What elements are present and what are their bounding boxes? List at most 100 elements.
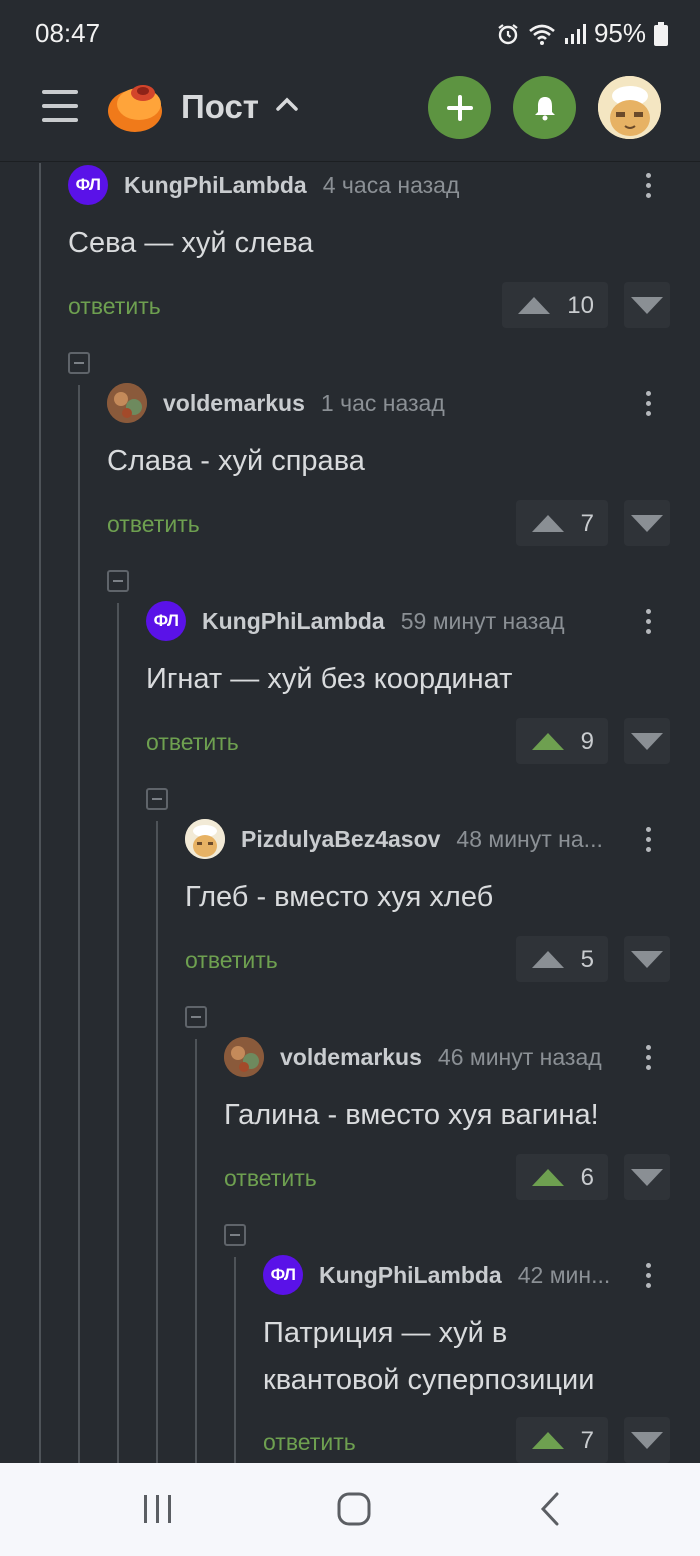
comment-time: 59 минут назад [400, 607, 565, 634]
more-options-icon[interactable] [633, 1037, 663, 1077]
comment-header: voldemarkus 46 минут назад [224, 1037, 602, 1077]
upvote-arrow-icon [532, 1432, 564, 1449]
comment-author[interactable]: KungPhiLambda [202, 608, 385, 635]
more-options-icon[interactable] [633, 383, 663, 423]
battery-percent: 95% [593, 18, 646, 48]
comment-header: ФЛ KungPhiLambda 59 минут назад [146, 601, 565, 641]
upvote-button[interactable]: 6 [516, 1154, 608, 1200]
comment-author[interactable]: KungPhiLambda [319, 1262, 502, 1289]
upvote-button[interactable]: 7 [516, 1417, 608, 1463]
more-options-icon[interactable] [633, 601, 663, 641]
collapse-thread-button[interactable] [107, 570, 129, 592]
reply-link[interactable]: ответить [68, 293, 161, 320]
bell-icon [534, 96, 555, 120]
upvote-arrow-icon [518, 297, 550, 314]
thread-line [156, 821, 158, 1463]
reply-link[interactable]: ответить [224, 1165, 317, 1192]
vote-count: 5 [580, 946, 594, 973]
comment-author[interactable]: voldemarkus [280, 1044, 422, 1071]
back-icon[interactable] [538, 1491, 562, 1527]
thread-line [234, 1257, 236, 1463]
comment-text-line: квантовой суперпозиции [263, 1364, 595, 1396]
comment-time: 48 минут на... [456, 825, 603, 852]
battery-icon [654, 21, 668, 46]
user-avatar[interactable] [598, 76, 661, 139]
comments-thread: ФЛ KungPhiLambda 4 часа назад Сева — хуй… [0, 163, 700, 1463]
comment-time: 42 мин... [517, 1261, 611, 1288]
comment-author[interactable]: KungPhiLambda [124, 172, 307, 199]
upvote-button[interactable]: 7 [516, 500, 608, 546]
upvote-button[interactable]: 9 [516, 718, 608, 764]
upvote-arrow-icon [532, 515, 564, 532]
downvote-button[interactable] [624, 1417, 670, 1463]
avatar[interactable] [107, 383, 147, 423]
reply-link[interactable]: ответить [107, 511, 200, 538]
comment-text: Сева — хуй слева [68, 227, 314, 259]
comment-header: ФЛ KungPhiLambda 42 мин... [263, 1255, 628, 1295]
upvote-button[interactable]: 5 [516, 936, 608, 982]
downvote-button[interactable] [624, 500, 670, 546]
vote-count: 9 [580, 728, 594, 755]
reply-link[interactable]: ответить [146, 729, 239, 756]
avatar [598, 76, 661, 139]
comment: voldemarkus 46 минут назад Галина - вмес… [224, 1037, 700, 1207]
more-options-icon[interactable] [633, 819, 663, 859]
downvote-button[interactable] [624, 718, 670, 764]
upvote-arrow-icon [532, 733, 564, 750]
vote-count: 10 [567, 292, 594, 319]
vote-count: 7 [580, 1427, 594, 1454]
recent-apps-icon[interactable] [142, 1491, 174, 1527]
alarm-icon [498, 23, 518, 44]
more-options-icon[interactable] [633, 1255, 663, 1295]
comment: PizdulyaBez4asov 48 минут на... Глеб - в… [185, 819, 700, 989]
downvote-button[interactable] [624, 282, 670, 328]
comment-header: ФЛ KungPhiLambda 4 часа назад [68, 165, 459, 205]
downvote-button[interactable] [624, 1154, 670, 1200]
upvote-arrow-icon [532, 951, 564, 968]
vote-count: 6 [580, 1164, 594, 1191]
comment-text: Галина - вместо хуя вагина! [224, 1099, 599, 1131]
page-title[interactable]: Пост [181, 88, 259, 126]
thread-line [117, 603, 119, 1463]
downvote-button[interactable] [624, 936, 670, 982]
status-icons: 95% [496, 18, 668, 49]
thread-line [78, 385, 80, 1463]
status-time: 08:47 [35, 18, 101, 48]
comment: voldemarkus 1 час назад Слава - хуй спра… [107, 383, 700, 553]
comment-author[interactable]: PizdulyaBez4asov [241, 826, 440, 853]
comment-time: 1 час назад [320, 389, 445, 416]
collapse-thread-button[interactable] [224, 1224, 246, 1246]
add-post-button[interactable] [428, 76, 491, 139]
vote-count: 7 [580, 510, 594, 537]
notifications-button[interactable] [513, 76, 576, 139]
avatar[interactable] [185, 819, 225, 859]
upvote-arrow-icon [532, 1169, 564, 1186]
comment-text: Глеб - вместо хуя хлеб [185, 881, 494, 913]
upvote-button[interactable]: 10 [502, 282, 608, 328]
collapse-thread-button[interactable] [146, 788, 168, 810]
chevron-up-icon[interactable] [276, 96, 298, 112]
comment: ФЛ KungPhiLambda 4 часа назад Сева — хуй… [68, 165, 700, 335]
wifi-icon [529, 24, 555, 45]
reply-link[interactable]: ответить [185, 947, 278, 974]
collapse-thread-button[interactable] [185, 1006, 207, 1028]
comment-time: 46 минут назад [437, 1043, 602, 1070]
avatar[interactable]: ФЛ [263, 1255, 303, 1295]
comment-author[interactable]: voldemarkus [163, 390, 305, 417]
avatar[interactable] [224, 1037, 264, 1077]
collapse-thread-button[interactable] [68, 352, 90, 374]
home-icon[interactable] [336, 1491, 372, 1527]
status-bar: 08:47 95% [0, 0, 700, 64]
menu-icon[interactable] [40, 86, 80, 126]
signal-icon [564, 23, 586, 44]
avatar[interactable]: ФЛ [146, 601, 186, 641]
comment-text: Слава - хуй справа [107, 445, 365, 477]
more-options-icon[interactable] [633, 165, 663, 205]
plus-icon [446, 94, 473, 121]
avatar[interactable]: ФЛ [68, 165, 108, 205]
comment-header: PizdulyaBez4asov 48 минут на... [185, 819, 625, 859]
system-nav-bar [0, 1463, 700, 1556]
pikabu-logo[interactable] [106, 78, 164, 136]
comment: ФЛ KungPhiLambda 42 мин... Патриция — ху… [263, 1255, 700, 1463]
reply-link[interactable]: ответить [263, 1429, 356, 1456]
